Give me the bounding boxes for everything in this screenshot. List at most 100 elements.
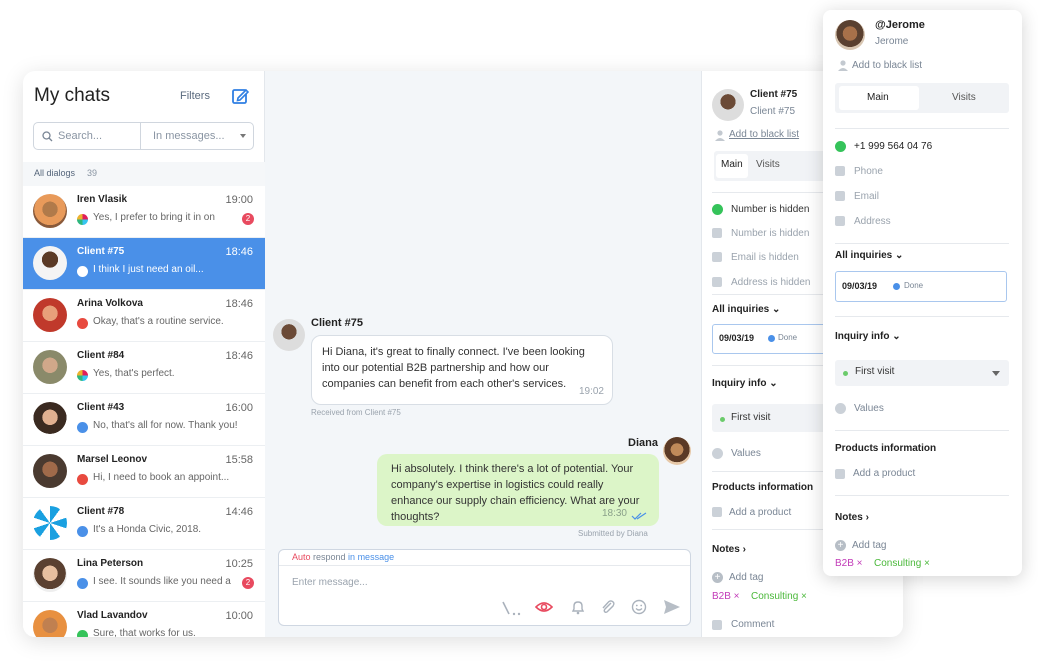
chat-preview: No, that's all for now. Thank you! <box>93 420 238 431</box>
plus-icon: + <box>712 572 723 583</box>
chat-list-item[interactable]: Client #84 18:46 Yes, that's perfect. <box>23 342 265 394</box>
eye-icon[interactable] <box>535 600 553 614</box>
chat-name: Client #84 <box>77 350 125 361</box>
inquiries-dropdown[interactable]: All inquiries ⌄ <box>712 304 780 315</box>
message-input[interactable]: Enter message... <box>292 577 368 588</box>
email-field: Email is hidden <box>731 252 799 263</box>
search-scope-select[interactable]: In messages... <box>153 130 225 142</box>
tag-b2b[interactable]: B2B × <box>712 591 740 602</box>
client-handle: Client #75 <box>750 106 796 117</box>
incoming-message: Hi Diana, it's great to finally connect.… <box>311 335 613 405</box>
chat-name: Lina Peterson <box>77 558 144 569</box>
send-icon[interactable] <box>663 599 681 615</box>
chat-list-item[interactable]: Client #78 14:46 It's a Honda Civic, 2018. <box>23 498 265 550</box>
comment-field[interactable]: Comment <box>731 619 774 630</box>
inquiries-dropdown[interactable]: All inquiries ⌄ <box>835 250 903 261</box>
add-to-blacklist-link[interactable]: Add to black list <box>729 129 799 140</box>
compose-icon[interactable] <box>231 87 249 105</box>
add-tag-button[interactable]: Add tag <box>729 572 763 583</box>
chat-app-window: My chats Filters Search... In messages..… <box>23 71 903 637</box>
tab-main-label: Main <box>867 92 889 103</box>
avatar <box>33 402 67 436</box>
phone-field[interactable]: Phone <box>854 166 883 177</box>
chat-time: 15:58 <box>225 454 253 466</box>
avatar <box>33 610 67 637</box>
product-icon <box>835 469 845 479</box>
contact-handle: Jerome <box>875 36 909 47</box>
dialogs-count: 39 <box>87 168 98 178</box>
avatar <box>33 194 67 228</box>
chat-list-panel: My chats Filters Search... In messages..… <box>23 71 265 637</box>
address-field[interactable]: Address <box>854 216 891 227</box>
visit-select[interactable]: First visit <box>835 360 1009 386</box>
auto-respond-toggle[interactable]: Auto respond in message <box>292 552 394 562</box>
channel-icon <box>77 474 88 485</box>
tag-consulting[interactable]: Consulting × <box>751 591 807 602</box>
chat-time: 18:46 <box>225 298 253 310</box>
inquiry-date: 09/03/19 <box>842 281 878 291</box>
message-author: Diana <box>628 437 658 449</box>
chat-preview: I see. It sounds like you need a <box>93 576 231 587</box>
message-footnote: Submitted by Diana <box>578 529 648 538</box>
email-field[interactable]: Email <box>854 191 879 202</box>
add-tag-button[interactable]: Add tag <box>852 540 886 551</box>
whatsapp-number[interactable]: +1 999 564 04 76 <box>854 141 932 152</box>
divider <box>279 565 690 566</box>
attach-icon[interactable] <box>600 599 616 615</box>
chat-time: 18:46 <box>225 350 253 362</box>
chat-list-item[interactable]: Iren Vlasik 19:00 Yes, I prefer to bring i… <box>23 186 265 238</box>
chevron-down-icon <box>992 371 1000 376</box>
channel-icon <box>77 526 88 537</box>
values-icon <box>835 403 846 414</box>
add-product-link[interactable]: Add a product <box>853 468 915 479</box>
phone-icon <box>712 228 722 238</box>
values-field[interactable]: Values <box>854 403 884 414</box>
template-icon[interactable] <box>501 600 523 616</box>
chat-time: 10:25 <box>225 558 253 570</box>
chat-list-item[interactable]: Vlad Lavandov 10:00 Sure, that works for u… <box>23 602 265 637</box>
chat-preview: Yes, that's perfect. <box>93 368 175 379</box>
chat-list-item[interactable]: Marsel Leonov 15:58 Hi, I need to book an … <box>23 446 265 498</box>
inquiry-card[interactable]: 09/03/19 Done <box>835 271 1007 302</box>
notes-toggle[interactable]: Notes › <box>835 512 869 523</box>
add-to-blacklist-link[interactable]: Add to black list <box>852 60 922 71</box>
message-author: Client #75 <box>311 317 363 329</box>
tag-consulting[interactable]: Consulting × <box>874 558 930 569</box>
user-block-icon <box>715 130 725 141</box>
emoji-icon[interactable] <box>631 599 647 615</box>
status-dot <box>720 417 725 422</box>
products-heading: Products information <box>712 482 814 493</box>
chat-list-item[interactable]: Client #43 16:00 No, that's all for now. T… <box>23 394 265 446</box>
status-badge: Done <box>904 281 924 290</box>
plus-icon: + <box>835 540 846 551</box>
avatar <box>712 89 744 121</box>
chat-preview: I think I just need an oil... <box>93 264 204 275</box>
chat-list-item[interactable]: Arina Volkova 18:46 Okay, that's a routine… <box>23 290 265 342</box>
values-field[interactable]: Values <box>731 448 761 459</box>
tag-b2b[interactable]: B2B × <box>835 558 863 569</box>
add-product-link[interactable]: Add a product <box>729 507 791 518</box>
status-dot <box>843 371 848 376</box>
avatar <box>273 319 305 351</box>
inquiry-info-dropdown[interactable]: Inquiry info ⌄ <box>712 378 778 389</box>
chat-time: 10:00 <box>225 610 253 622</box>
filters-button[interactable]: Filters <box>180 90 210 102</box>
notes-toggle[interactable]: Notes › <box>712 544 746 555</box>
tab-visits[interactable]: Visits <box>756 159 780 170</box>
chat-name: Iren Vlasik <box>77 194 128 205</box>
inquiry-info-dropdown[interactable]: Inquiry info ⌄ <box>835 331 901 342</box>
tab-visits[interactable]: Visits <box>952 92 976 103</box>
bell-icon[interactable] <box>570 599 586 615</box>
channel-icon <box>77 578 88 589</box>
chat-list-item[interactable]: Client #75 18:46 I think I just need an oi… <box>23 238 265 290</box>
values-icon <box>712 448 723 459</box>
search-bar: Search... In messages... <box>33 122 254 150</box>
chat-name: Client #75 <box>77 246 125 257</box>
address-icon <box>712 277 722 287</box>
contact-name: @Jerome <box>875 19 925 31</box>
divider <box>140 123 141 149</box>
dialogs-header: All dialogs 39 <box>23 162 265 186</box>
chevron-down-icon <box>240 134 246 138</box>
chat-list-item[interactable]: Lina Peterson 10:25 I see. It sounds like … <box>23 550 265 602</box>
search-input[interactable]: Search... <box>58 130 102 142</box>
